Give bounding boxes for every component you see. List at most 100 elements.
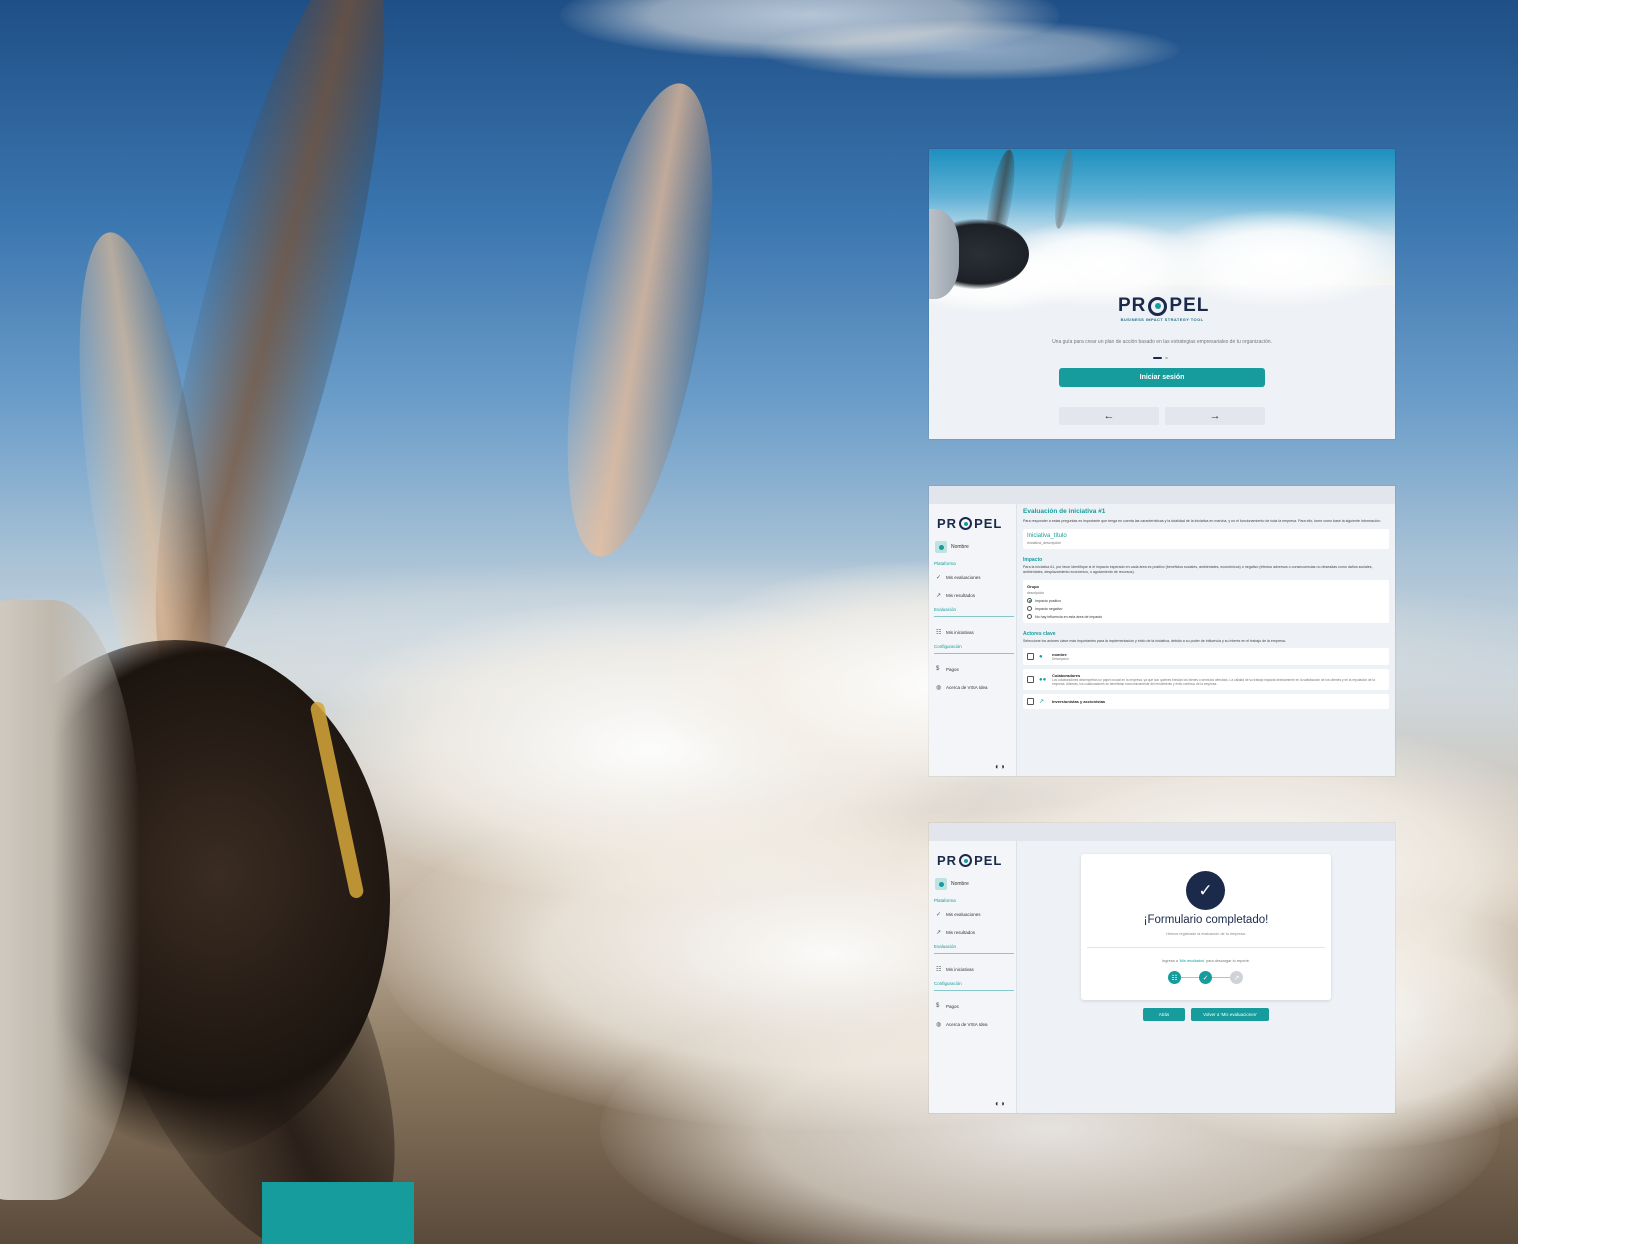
sidebar-item-initiatives[interactable]: ☷ Mis iniciativas xyxy=(936,966,974,973)
sidebar-item-label: Mis evaluaciones xyxy=(946,912,981,917)
user-name: Nombre xyxy=(951,544,969,550)
divider xyxy=(934,953,1014,954)
initiative-description: Iniciativa_descripción xyxy=(1027,541,1062,545)
actor-item[interactable]: ↗ Inversionistas y accionistas xyxy=(1023,694,1389,709)
completion-dialog: ✓ ¡Formulario completado! Hemos registra… xyxy=(1081,854,1331,1000)
step-connector xyxy=(1212,977,1230,978)
chart-trend-icon: ↗ xyxy=(936,593,942,599)
section-platform: Plataforma xyxy=(934,898,956,903)
radio-button[interactable] xyxy=(1027,614,1032,619)
check-icon: ✓ xyxy=(936,912,942,918)
divider xyxy=(934,990,1014,991)
radio-positive[interactable]: Impacto positivo xyxy=(1027,598,1385,603)
hint-text: para descargar tu reporte. xyxy=(1204,959,1250,963)
avatar-icon xyxy=(935,541,947,553)
radio-button[interactable] xyxy=(1027,606,1032,611)
actor-item[interactable]: ●● Colaboradores Los colaboradores desemp… xyxy=(1023,669,1389,690)
logo-text-left: PR xyxy=(937,853,958,868)
sidebar-item-initiatives[interactable]: ☷ Mis iniciativas xyxy=(936,629,974,636)
step-connector xyxy=(1181,977,1199,978)
landing-screen: PR PEL BUSINESS IMPACT STRATEGY TOOL Una… xyxy=(929,149,1395,439)
divider xyxy=(934,653,1014,654)
back-button[interactable]: Atrás xyxy=(1143,1008,1185,1021)
sidebar-item-results[interactable]: ↗ Mis resultados xyxy=(936,929,975,936)
sidebar-item-label: Mis resultados xyxy=(946,593,976,598)
sidebar-item-results[interactable]: ↗ Mis resultados xyxy=(936,592,975,599)
sidebar-item-label: Mis resultados xyxy=(946,930,976,935)
radio-none[interactable]: No hay influencia en esta área de impact… xyxy=(1027,614,1385,619)
intro-text: Para responder a estas preguntas es impo… xyxy=(1023,519,1381,523)
progress-steps: ☷ ✓ ↗ xyxy=(1168,971,1243,984)
divider xyxy=(1087,947,1325,948)
investor-icon: ↗ xyxy=(1039,698,1045,705)
step-check-icon: ✓ xyxy=(1199,971,1212,984)
sidebar-item-evaluations[interactable]: ✓ Mis evaluaciones xyxy=(936,911,981,918)
sidebar-item-label: Mis iniciativas xyxy=(946,967,974,972)
page-title: Evaluación de iniciativa #1 xyxy=(1023,508,1106,515)
user-profile[interactable]: Nombre xyxy=(935,541,969,553)
hero-image xyxy=(929,149,1395,314)
carousel-dot-active[interactable] xyxy=(1153,357,1162,359)
sidebar-item-payments[interactable]: $ Pagos xyxy=(936,666,959,672)
actor-item[interactable]: ● nombre Descripción xyxy=(1023,648,1389,665)
user-profile[interactable]: Nombre xyxy=(935,878,969,890)
actors-text: Seleccione los actores clave más importa… xyxy=(1023,639,1286,643)
logo-tagline: BUSINESS IMPACT STRATEGY TOOL xyxy=(1120,317,1204,322)
carousel-dot[interactable] xyxy=(1165,357,1168,359)
sidebar-item-label: Pagos xyxy=(946,666,959,672)
logo-target-icon xyxy=(959,517,973,530)
info-icon: ◍ xyxy=(936,685,942,691)
results-link[interactable]: 'Mis resultados' xyxy=(1179,959,1205,963)
hint-text: Ingresa a xyxy=(1162,959,1179,963)
return-evaluations-button[interactable]: Volver a 'Mis evaluaciones' xyxy=(1191,1008,1269,1021)
dollar-icon: $ xyxy=(936,1003,940,1009)
actors-heading: Actores clave xyxy=(1023,631,1056,637)
sidebar-item-about[interactable]: ◍ Acerca de VISA Idea xyxy=(936,684,988,691)
section-config: Configuración xyxy=(934,981,962,986)
prev-button[interactable]: ← xyxy=(1059,407,1159,425)
actor-description: Los colaboradores desempeñan un papel cr… xyxy=(1052,678,1376,686)
sidebar-item-label: Mis iniciativas xyxy=(946,630,974,635)
area-label: Grupo xyxy=(1027,584,1039,589)
group-icon: ●● xyxy=(1039,676,1047,683)
actor-name: Inversionistas y accionistas xyxy=(1052,699,1106,704)
landing-description: Una guía para crear un plan de acción ba… xyxy=(1052,339,1272,345)
sidebar-item-evaluations[interactable]: ✓ Mis evaluaciones xyxy=(936,574,981,581)
radio-button[interactable] xyxy=(1027,598,1032,603)
next-button[interactable]: → xyxy=(1165,407,1265,425)
impact-area-card: Grupo descripción Impacto positivo Impac… xyxy=(1023,580,1389,623)
logo-text-right: PEL xyxy=(974,853,1003,868)
sidebar-item-label: Acerca de VISA Idea xyxy=(946,1022,988,1027)
sidebar-item-payments[interactable]: $ Pagos xyxy=(936,1003,959,1009)
checkbox[interactable] xyxy=(1027,676,1034,683)
avatar-icon xyxy=(935,878,947,890)
checkbox[interactable] xyxy=(1027,698,1034,705)
completed-screen: PR PEL Nombre Plataforma ✓ Mis evaluacion… xyxy=(929,823,1395,1113)
section-evaluation: Evaluación xyxy=(934,944,957,949)
completion-hint: Ingresa a 'Mis resultados' para descarga… xyxy=(1081,959,1331,963)
sidebar-item-about[interactable]: ◍ Acerca de VISA Idea xyxy=(936,1021,988,1028)
evaluation-main: Evaluación de iniciativa #1 Para respond… xyxy=(1023,508,1389,709)
radio-negative[interactable]: Impacto negativo xyxy=(1027,606,1385,611)
initiative-card: Iniciativa_título Iniciativa_descripción xyxy=(1023,529,1389,549)
section-config: Configuración xyxy=(934,644,962,649)
actor-description: Descripción xyxy=(1052,657,1069,661)
user-name: Nombre xyxy=(951,881,969,887)
login-button[interactable]: Iniciar sesión xyxy=(1059,368,1265,387)
radio-label: No hay influencia en esta área de impact… xyxy=(1035,614,1103,619)
sidebar: PR PEL Nombre Plataforma ✓ Mis evaluacion… xyxy=(929,504,1017,776)
impact-text: Para la iniciativa #1, por favor identif… xyxy=(1023,565,1373,574)
success-check-icon: ✓ xyxy=(1186,871,1225,910)
chart-trend-icon: ↗ xyxy=(936,930,942,936)
logo-text-left: PR xyxy=(1118,295,1147,316)
initiative-title: Iniciativa_título xyxy=(1027,533,1067,539)
info-icon: ◍ xyxy=(936,1022,942,1028)
list-icon: ☷ xyxy=(936,630,942,636)
completion-subtitle: Hemos registrado la evaluación de tu emp… xyxy=(1166,932,1246,936)
section-evaluation: Evaluación xyxy=(934,607,957,612)
logo-text-right: PEL xyxy=(1169,295,1210,316)
propel-logo: PR PEL xyxy=(1118,295,1209,317)
checkbox[interactable] xyxy=(1027,653,1034,660)
sidebar: PR PEL Nombre Plataforma ✓ Mis evaluacion… xyxy=(929,841,1017,1113)
sidebar-item-label: Mis evaluaciones xyxy=(946,575,981,580)
